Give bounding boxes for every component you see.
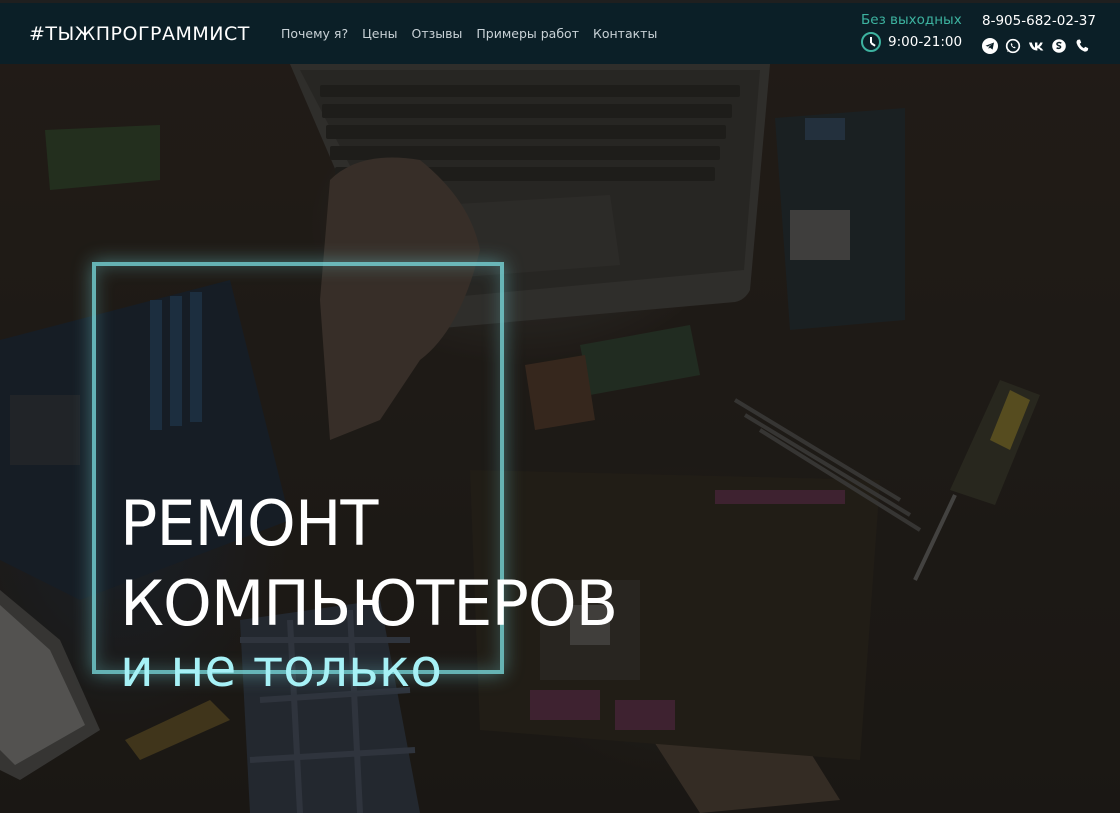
contact-block: 8-905-682-02-37: [982, 13, 1096, 54]
phone-icon[interactable]: [1074, 38, 1090, 54]
social-links: [982, 38, 1096, 54]
hero-heading: РЕМОНТ КОМПЬЮТЕРОВ и не только: [120, 484, 618, 700]
nav-prices[interactable]: Цены: [362, 26, 397, 41]
phone-number[interactable]: 8-905-682-02-37: [982, 13, 1096, 29]
hero-line-1: РЕМОНТ: [120, 487, 378, 560]
schedule-hours: 9:00-21:00: [888, 34, 963, 50]
clock-icon: [861, 32, 881, 52]
main-nav: Почему я? Цены Отзывы Примеры работ Конт…: [281, 26, 657, 41]
schedule-days: Без выходных: [861, 12, 962, 28]
nav-why-me[interactable]: Почему я?: [281, 26, 348, 41]
skype-icon[interactable]: [1051, 38, 1067, 54]
whatsapp-icon[interactable]: [1005, 38, 1021, 54]
hero-line-2: КОМПЬЮТЕРОВ: [120, 567, 618, 640]
nav-portfolio[interactable]: Примеры работ: [476, 26, 579, 41]
hero-banner: РЕМОНТ КОМПЬЮТЕРОВ и не только: [0, 64, 1120, 813]
vk-icon[interactable]: [1028, 38, 1044, 54]
telegram-icon[interactable]: [982, 38, 998, 54]
top-navbar: #ТЫЖПРОГРАММИСТ Почему я? Цены Отзывы Пр…: [0, 0, 1120, 64]
site-logo[interactable]: #ТЫЖПРОГРАММИСТ: [29, 23, 250, 45]
work-schedule: Без выходных 9:00-21:00: [861, 12, 962, 52]
hero-line-3: и не только: [120, 639, 443, 699]
nav-reviews[interactable]: Отзывы: [412, 26, 463, 41]
nav-contacts[interactable]: Контакты: [593, 26, 657, 41]
